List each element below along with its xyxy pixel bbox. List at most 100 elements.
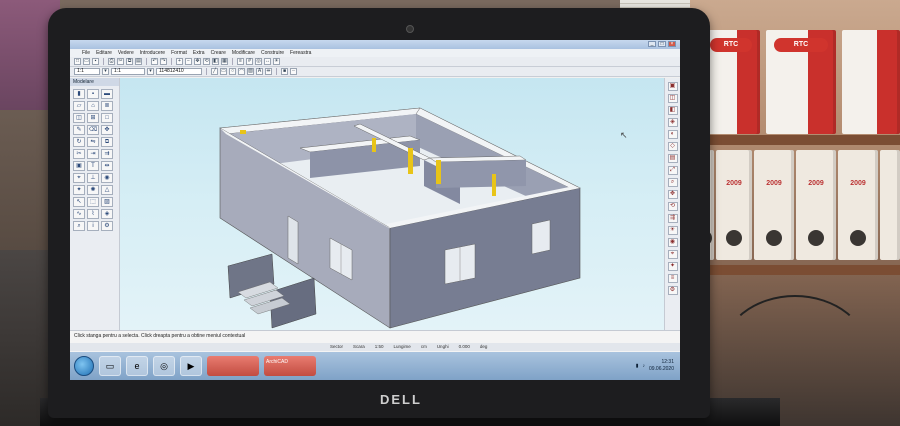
object-tool-icon[interactable]: ✦: [73, 185, 85, 195]
zoom-in-icon[interactable]: +: [176, 58, 183, 65]
walk-icon[interactable]: ⇶: [667, 214, 678, 223]
menu-format[interactable]: Format: [171, 49, 187, 57]
status-length-unit[interactable]: cm: [421, 343, 427, 351]
pan-icon[interactable]: ✥: [667, 190, 678, 199]
roof-tool-icon[interactable]: ⌂: [87, 101, 99, 111]
settings-tool-icon[interactable]: ⚙: [101, 221, 113, 231]
taskbar-window-archicad[interactable]: ArchiCAD: [264, 356, 316, 376]
menu-build[interactable]: Construire: [261, 49, 284, 57]
pen-width-field[interactable]: 1:1: [74, 68, 100, 75]
save-icon[interactable]: ▪: [92, 58, 99, 65]
zoom-window-icon[interactable]: ⌕: [667, 178, 678, 187]
menu-view[interactable]: Vedere: [118, 49, 134, 57]
eraser-tool-icon[interactable]: ⌫: [87, 125, 99, 135]
color-icon[interactable]: ■: [281, 68, 288, 75]
redo-icon[interactable]: ↷: [160, 58, 167, 65]
text-tool-icon[interactable]: A: [256, 68, 263, 75]
view-iso-icon[interactable]: ◈: [667, 118, 678, 127]
rectangle-tool-icon[interactable]: ▭: [220, 68, 227, 75]
lamp-tool-icon[interactable]: ✺: [87, 185, 99, 195]
status-angle-value[interactable]: 0.000: [459, 343, 470, 351]
render-icon[interactable]: ☀: [273, 58, 280, 65]
menu-edit[interactable]: Editare: [96, 49, 112, 57]
hatch-tool-icon[interactable]: ▨: [247, 68, 254, 75]
extend-tool-icon[interactable]: ⇥: [87, 149, 99, 159]
network-icon[interactable]: ▮: [636, 363, 639, 369]
media-icon[interactable]: ▶: [180, 356, 202, 376]
copy-icon[interactable]: ⧉: [126, 58, 133, 65]
3d-view-icon[interactable]: ◧: [212, 58, 219, 65]
explorer-icon[interactable]: ▭: [99, 356, 121, 376]
clock[interactable]: 12:31 09.06.2020: [649, 359, 674, 373]
view-top-icon[interactable]: ▣: [667, 82, 678, 91]
print-icon[interactable]: ⎙: [108, 58, 115, 65]
zoom-out-icon[interactable]: −: [185, 58, 192, 65]
polyline-tool-icon[interactable]: ⌇: [87, 209, 99, 219]
3d-viewport[interactable]: ↖: [120, 78, 664, 330]
start-button[interactable]: [74, 356, 94, 376]
view-front-icon[interactable]: ◫: [667, 94, 678, 103]
linetype-icon[interactable]: ┄: [290, 68, 297, 75]
section-icon[interactable]: ⌖: [667, 250, 678, 259]
copy-tool-icon[interactable]: ⧉: [101, 137, 113, 147]
arc-tool-icon[interactable]: ◠: [238, 68, 245, 75]
taskbar-window[interactable]: [207, 356, 259, 376]
mirror-tool-icon[interactable]: ⇋: [87, 137, 99, 147]
ie-icon[interactable]: e: [126, 356, 148, 376]
snap-icon[interactable]: ◎: [255, 58, 262, 65]
window-tool-icon[interactable]: ⊞: [87, 113, 99, 123]
grid-icon[interactable]: #: [246, 58, 253, 65]
orbit-icon[interactable]: ⟲: [667, 202, 678, 211]
zoom-extents-icon[interactable]: ⤢: [667, 166, 678, 175]
open-file-icon[interactable]: ▭: [83, 58, 90, 65]
column-tool-icon[interactable]: ▪: [87, 89, 99, 99]
zoom-tool-icon[interactable]: ⌕: [73, 221, 85, 231]
spline-tool-icon[interactable]: ∿: [73, 209, 85, 219]
menu-extra[interactable]: Extra: [193, 49, 205, 57]
scale-field[interactable]: 1:1: [111, 68, 145, 75]
dimension-tool-icon[interactable]: ⇹: [101, 161, 113, 171]
slab-tool-icon[interactable]: ▱: [73, 101, 85, 111]
volume-icon[interactable]: ♪: [642, 363, 645, 369]
elevation-tool-icon[interactable]: ⊥: [87, 173, 99, 183]
plan-view-icon[interactable]: ▦: [221, 58, 228, 65]
minimize-button[interactable]: _: [648, 41, 656, 47]
camera-tool-icon[interactable]: ◉: [101, 173, 113, 183]
menu-window[interactable]: Fereastra: [290, 49, 311, 57]
orbit-icon[interactable]: ⟲: [203, 58, 210, 65]
status-scale-value[interactable]: 1:50: [375, 343, 384, 351]
menu-file[interactable]: File: [82, 49, 90, 57]
pan-icon[interactable]: ✥: [194, 58, 201, 65]
info-tool-icon[interactable]: i: [87, 221, 99, 231]
camera-icon[interactable]: ◉: [667, 238, 678, 247]
circle-tool-icon[interactable]: ○: [229, 68, 236, 75]
wireframe-icon[interactable]: ◇: [667, 142, 678, 151]
stair-tool-icon[interactable]: ≣: [101, 101, 113, 111]
coordinate-field[interactable]: 114812410: [156, 68, 202, 75]
opening-tool-icon[interactable]: □: [101, 113, 113, 123]
dimension-tool-icon[interactable]: ⇹: [265, 68, 272, 75]
hide-lines-icon[interactable]: ▤: [667, 154, 678, 163]
layer-icon[interactable]: ≡: [667, 274, 678, 283]
select-tool-icon[interactable]: ↖: [73, 197, 85, 207]
pencil-tool-icon[interactable]: ✎: [73, 125, 85, 135]
rotate-tool-icon[interactable]: ↻: [73, 137, 85, 147]
new-file-icon[interactable]: □: [74, 58, 81, 65]
wall-tool-icon[interactable]: ▮: [73, 89, 85, 99]
label-tool-icon[interactable]: T: [87, 161, 99, 171]
menu-modify[interactable]: Modificare: [232, 49, 255, 57]
measure-icon[interactable]: ↔: [264, 58, 271, 65]
menu-insert[interactable]: Introducere: [140, 49, 165, 57]
layer-icon[interactable]: ≡: [237, 58, 244, 65]
door-tool-icon[interactable]: ◫: [73, 113, 85, 123]
beam-tool-icon[interactable]: ▬: [101, 89, 113, 99]
hatch-tool-icon[interactable]: ▨: [101, 197, 113, 207]
view-side-icon[interactable]: ◧: [667, 106, 678, 115]
trim-tool-icon[interactable]: ✂: [73, 149, 85, 159]
undo-icon[interactable]: ↶: [151, 58, 158, 65]
move-tool-icon[interactable]: ✥: [101, 125, 113, 135]
paste-icon[interactable]: ▤: [135, 58, 142, 65]
offset-tool-icon[interactable]: ⇉: [101, 149, 113, 159]
render-icon[interactable]: ✦: [667, 262, 678, 271]
cut-icon[interactable]: ✂: [117, 58, 124, 65]
